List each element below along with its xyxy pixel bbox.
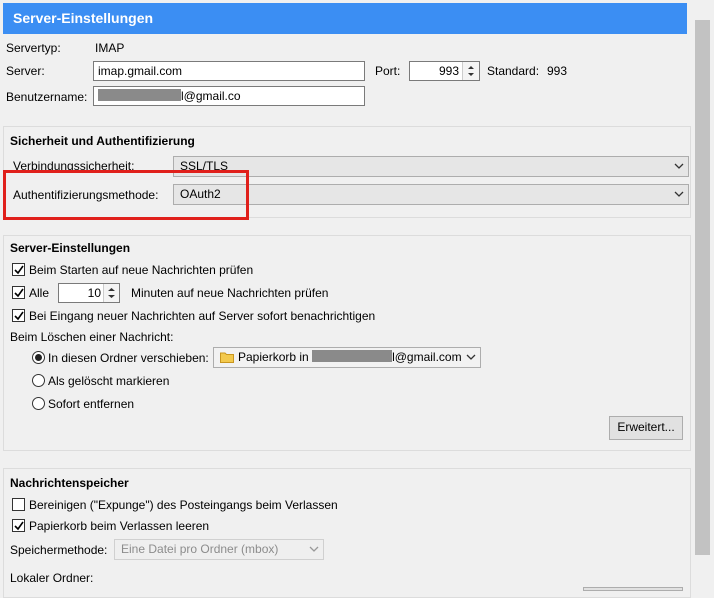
advanced-button[interactable]: Erweitert... xyxy=(609,416,683,440)
mark-deleted-label: Als gelöscht markieren xyxy=(48,374,170,388)
standard-value: 993 xyxy=(547,64,568,78)
check-every-label: Alle xyxy=(29,286,50,300)
spinner-arrows-icon xyxy=(108,288,115,298)
browse-button[interactable] xyxy=(583,587,683,591)
port-input[interactable]: 993 xyxy=(409,61,480,81)
minutes-input[interactable]: 10 xyxy=(58,283,120,303)
port-label: Port: xyxy=(375,64,401,78)
server-settings-title: Server-Einstellungen xyxy=(10,241,131,255)
folder-icon xyxy=(220,352,234,363)
chevron-down-icon xyxy=(309,546,319,552)
minutes-spinner[interactable] xyxy=(103,284,119,302)
minutes-value: 10 xyxy=(87,286,101,300)
standard-label: Standard: xyxy=(487,64,540,78)
remove-now-radio[interactable] xyxy=(32,397,45,410)
highlight-box xyxy=(3,170,249,220)
checkmark-icon xyxy=(14,265,24,275)
username-input[interactable]: l@gmail.co xyxy=(93,86,365,106)
checkmark-icon xyxy=(14,521,24,531)
chevron-down-icon xyxy=(674,163,684,169)
mark-deleted-radio[interactable] xyxy=(32,374,45,387)
scrollbar-thumb[interactable] xyxy=(695,20,710,555)
auth-method-select[interactable]: OAuth2 xyxy=(173,184,689,205)
trash-folder-suffix: l@gmail.com xyxy=(392,350,462,364)
trash-folder-prefix: Papierkorb in xyxy=(238,350,309,364)
local-folder-label: Lokaler Ordner: xyxy=(10,571,94,585)
port-spinner[interactable] xyxy=(462,62,479,80)
redacted-block xyxy=(98,89,181,101)
storage-method-value: Eine Datei pro Ordner (mbox) xyxy=(121,542,279,556)
page-title: Server-Einstellungen xyxy=(3,3,687,34)
connection-security-select[interactable]: SSL/TLS xyxy=(173,156,689,177)
delete-action-label: Beim Löschen einer Nachricht: xyxy=(10,330,174,344)
chevron-down-icon xyxy=(466,354,476,360)
empty-trash-label: Papierkorb beim Verlassen leeren xyxy=(29,519,210,533)
security-title: Sicherheit und Authentifizierung xyxy=(10,134,195,148)
server-type-value: IMAP xyxy=(95,41,125,55)
port-value: 993 xyxy=(438,64,459,78)
move-to-folder-label: In diesen Ordner verschieben: xyxy=(48,351,209,365)
storage-method-label: Speichermethode: xyxy=(10,543,108,557)
startup-check-checkbox[interactable] xyxy=(12,263,25,276)
storage-method-select[interactable]: Eine Datei pro Ordner (mbox) xyxy=(114,539,324,560)
checkmark-icon xyxy=(14,288,24,298)
server-type-label: Servertyp: xyxy=(6,41,61,55)
expunge-label: Bereinigen ("Expunge") des Posteingangs … xyxy=(29,498,338,512)
checkmark-icon xyxy=(14,311,24,321)
minutes-label: Minuten auf neue Nachrichten prüfen xyxy=(131,286,329,300)
username-suffix: l@gmail.co xyxy=(181,89,241,103)
empty-trash-checkbox[interactable] xyxy=(12,519,25,532)
server-input[interactable]: imap.gmail.com xyxy=(93,61,365,81)
username-label: Benutzername: xyxy=(6,90,88,104)
trash-folder-select[interactable]: Papierkorb in l@gmail.com xyxy=(213,347,481,368)
notify-label: Bei Eingang neuer Nachrichten auf Server… xyxy=(29,309,376,323)
check-every-checkbox[interactable] xyxy=(12,286,25,299)
notify-checkbox[interactable] xyxy=(12,309,25,322)
vertical-scrollbar[interactable] xyxy=(692,0,714,591)
server-label: Server: xyxy=(6,64,45,78)
expunge-checkbox[interactable] xyxy=(12,498,25,511)
move-to-folder-radio[interactable] xyxy=(32,351,45,364)
spinner-arrows-icon xyxy=(468,66,474,76)
storage-title: Nachrichtenspeicher xyxy=(10,476,129,490)
remove-now-label: Sofort entfernen xyxy=(48,397,135,411)
chevron-down-icon xyxy=(674,191,684,197)
redacted-block xyxy=(312,350,393,362)
startup-check-label: Beim Starten auf neue Nachrichten prüfen xyxy=(29,263,254,277)
